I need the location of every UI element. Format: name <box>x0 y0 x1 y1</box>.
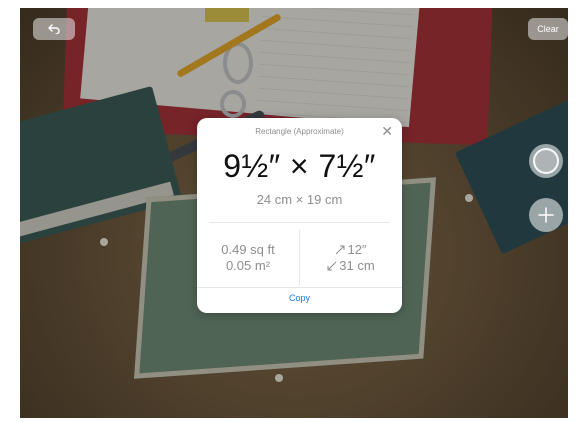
divider <box>209 222 390 223</box>
undo-button[interactable] <box>33 18 75 40</box>
shutter-icon <box>533 148 559 174</box>
undo-icon <box>48 24 60 34</box>
diagonal-imperial: 12″ <box>347 242 367 257</box>
plus-icon <box>538 207 554 223</box>
area-metric: 0.05 m² <box>225 258 271 273</box>
dimensions-imperial: 9½″ × 7½″ <box>223 148 376 184</box>
close-button[interactable]: ✕ <box>381 123 393 140</box>
dimensions-metric: 24 cm × 19 cm <box>256 192 343 207</box>
diagonal-metric: 31 cm <box>339 258 375 273</box>
card-title: Rectangle (Approximate) <box>255 127 344 136</box>
copy-button[interactable]: Copy <box>197 293 402 303</box>
area-imperial: 0.49 sq ft <box>221 242 275 257</box>
shutter-button[interactable] <box>529 144 563 178</box>
clear-button[interactable]: Clear <box>528 18 568 40</box>
diagonal-values: 12″ 31 cm <box>300 242 402 274</box>
add-point-button[interactable] <box>529 198 563 232</box>
area-values: 0.49 sq ft 0.05 m² <box>197 242 299 274</box>
measurement-card: Rectangle (Approximate) ✕ 9½″ × 7½″ 24 c… <box>197 118 402 313</box>
close-icon: ✕ <box>381 123 393 139</box>
diagonal-arrow-icon <box>336 245 345 255</box>
divider <box>197 287 402 288</box>
diagonal-arrow-icon <box>327 261 337 271</box>
